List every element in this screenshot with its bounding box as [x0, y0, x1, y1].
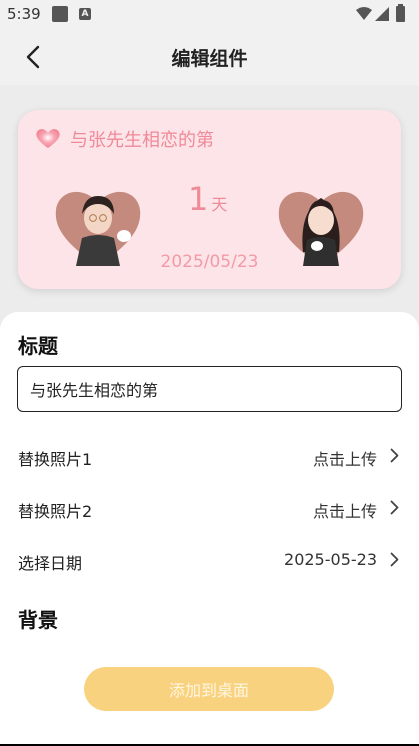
preview-title: 与张先生相恋的第 — [70, 130, 214, 151]
heart-icon — [36, 129, 60, 148]
a-icon: A — [79, 8, 91, 20]
status-time: 5:39 — [7, 5, 41, 23]
add-to-desktop-button[interactable]: 添加到桌面 — [84, 667, 334, 711]
notification-square-icon — [52, 6, 68, 22]
row-label: 选择日期 — [18, 554, 83, 573]
row-label: 替换照片2 — [18, 502, 93, 521]
replace-photo-2-row[interactable]: 替换照片2 点击上传 — [0, 488, 419, 528]
row-value: 2025-05-23 — [284, 550, 377, 569]
edit-panel: 标题 替换照片1 点击上传 替换照片2 点击上传 选择日期 2025-05-23… — [0, 312, 419, 746]
preview-date: 2025/05/23 — [160, 252, 259, 272]
chevron-right-icon — [390, 500, 399, 515]
page-title: 编辑组件 — [171, 48, 248, 70]
battery-icon — [396, 4, 405, 22]
signal-icon — [375, 7, 389, 21]
background-section-heading: 背景 — [18, 608, 58, 632]
chevron-right-icon — [390, 552, 399, 567]
title-section-heading: 标题 — [18, 334, 58, 358]
row-label: 替换照片1 — [18, 450, 93, 469]
widget-preview-card: 与张先生相恋的第 1天 2025/05/23 — [18, 110, 401, 289]
row-value: 点击上传 — [312, 502, 377, 521]
days-unit: 天 — [211, 195, 228, 214]
replace-photo-1-row[interactable]: 替换照片1 点击上传 — [0, 436, 419, 476]
select-date-row[interactable]: 选择日期 2025-05-23 — [0, 540, 419, 580]
chevron-right-icon — [390, 448, 399, 463]
days-counter: 1天 — [188, 180, 227, 218]
row-value: 点击上传 — [312, 450, 377, 469]
wifi-icon — [356, 7, 372, 20]
app-header: 编辑组件 — [0, 30, 419, 85]
status-bar: 5:39 A — [0, 0, 419, 30]
days-number: 1 — [188, 180, 209, 218]
title-input[interactable] — [17, 366, 402, 412]
